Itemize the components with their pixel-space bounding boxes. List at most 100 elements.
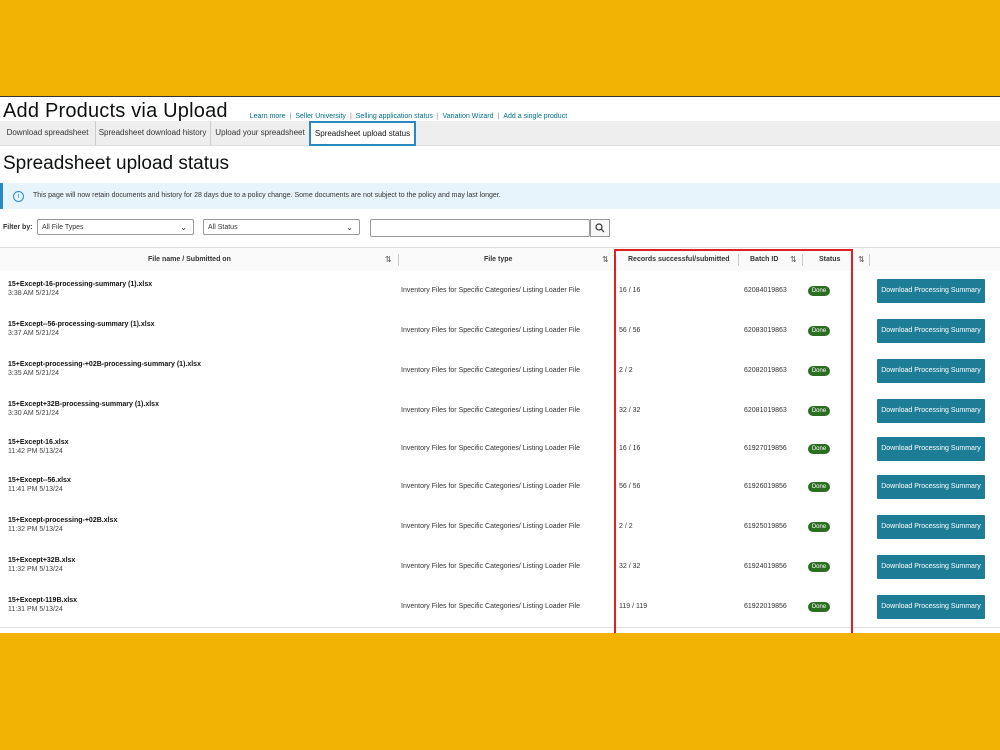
status-badge: Done	[808, 482, 830, 492]
download-processing-summary-button[interactable]: Download Processing Summary	[877, 399, 985, 423]
col-header-status: Status	[819, 256, 841, 263]
file-name[interactable]: 15+Except--56.xlsx	[8, 477, 71, 484]
download-button-label: Download Processing Summary	[881, 523, 981, 530]
sort-icon[interactable]: ⇅	[385, 248, 392, 272]
seller-university-link[interactable]: Seller University	[291, 113, 350, 120]
status-select-value: All Status	[208, 224, 238, 231]
records-cell: 2 / 2	[619, 367, 633, 374]
batch-id-cell: 61925019856	[744, 523, 787, 530]
download-processing-summary-button[interactable]: Download Processing Summary	[877, 359, 985, 383]
download-processing-summary-button[interactable]: Download Processing Summary	[877, 515, 985, 539]
title-row: Add Products via Upload Learn more | Sel…	[3, 99, 571, 123]
submitted-date: 11:31 PM 5/13/24	[8, 606, 63, 613]
download-processing-summary-button[interactable]: Download Processing Summary	[877, 319, 985, 343]
status-badge: Done	[808, 406, 830, 416]
status-badge: Done	[808, 326, 830, 336]
status-badge: Done	[808, 562, 830, 572]
submitted-date: 11:42 PM 5/13/24	[8, 448, 63, 455]
download-processing-summary-button[interactable]: Download Processing Summary	[877, 279, 985, 303]
download-button-label: Download Processing Summary	[881, 445, 981, 452]
status-badge: Done	[808, 286, 830, 296]
file-cell: 15+Except--56-processing-summary (1).xls…	[8, 321, 154, 337]
learn-more-link[interactable]: Learn more	[246, 113, 290, 120]
file-type-cell: Inventory Files for Specific Categories/…	[401, 327, 580, 334]
file-cell: 15+Except-119B.xlsx 11:31 PM 5/13/24	[8, 597, 77, 613]
submitted-date: 11:32 PM 5/13/24	[8, 566, 63, 573]
download-processing-summary-button[interactable]: Download Processing Summary	[877, 595, 985, 619]
col-header-records: Records successful/submitted	[628, 256, 730, 263]
file-type-cell: Inventory Files for Specific Categories/…	[401, 407, 580, 414]
download-processing-summary-button[interactable]: Download Processing Summary	[877, 555, 985, 579]
file-type-cell: Inventory Files for Specific Categories/…	[401, 483, 580, 490]
download-processing-summary-button[interactable]: Download Processing Summary	[877, 475, 985, 499]
records-cell: 16 / 16	[619, 445, 641, 452]
selling-application-status-link[interactable]: Selling application status	[352, 113, 437, 120]
col-header-batch: Batch ID	[750, 256, 779, 263]
records-cell: 2 / 2	[619, 523, 633, 530]
download-button-label: Download Processing Summary	[881, 483, 981, 490]
tab-spreadsheet-upload-status[interactable]: Spreadsheet upload status	[309, 121, 416, 146]
file-name[interactable]: 15+Except-16-processing-summary (1).xlsx	[8, 281, 152, 288]
table-row: 15+Except--56.xlsx 11:41 PM 5/13/24 Inve…	[0, 467, 1000, 508]
filter-row: Filter by: All File Types ⌄ All Status ⌄	[0, 219, 1000, 237]
sort-icon[interactable]: ⇅	[858, 248, 865, 272]
file-name[interactable]: 15+Except+32B-processing-summary (1).xls…	[8, 401, 159, 408]
file-name[interactable]: 15+Except-119B.xlsx	[8, 597, 77, 604]
table-row: 15+Except-processing-+02B.xlsx 11:32 PM …	[0, 507, 1000, 548]
add-single-product-link[interactable]: Add a single product	[499, 113, 571, 120]
file-type-cell: Inventory Files for Specific Categories/…	[401, 523, 580, 530]
status-select[interactable]: All Status ⌄	[203, 219, 360, 235]
info-banner: i This page will now retain documents an…	[0, 183, 1000, 209]
tab-download-spreadsheet[interactable]: Download spreadsheet	[0, 121, 96, 145]
download-processing-summary-button[interactable]: Download Processing Summary	[877, 437, 985, 461]
submitted-date: 3:30 AM 5/21/24	[8, 410, 59, 417]
submitted-date: 3:38 AM 5/21/24	[8, 290, 59, 297]
records-cell: 119 / 119	[619, 603, 648, 610]
file-name[interactable]: 15+Except--56-processing-summary (1).xls…	[8, 321, 154, 328]
status-badge: Done	[808, 444, 830, 454]
file-cell: 15+Except-processing-+02B.xlsx 11:32 PM …	[8, 517, 117, 533]
tab-upload-your-spreadsheet[interactable]: Upload your spreadsheet	[210, 121, 311, 145]
status-badge: Done	[808, 602, 830, 612]
search-icon	[595, 223, 605, 233]
records-cell: 32 / 32	[619, 563, 641, 570]
batch-id-cell: 61924019856	[744, 563, 787, 570]
batch-id-cell: 62082019863	[744, 367, 787, 374]
variation-wizard-link[interactable]: Variation Wizard	[439, 113, 498, 120]
batch-id-cell: 62084019863	[744, 287, 787, 294]
file-type-cell: Inventory Files for Specific Categories/…	[401, 603, 580, 610]
records-cell: 56 / 56	[619, 327, 641, 334]
sort-icon[interactable]: ⇅	[790, 248, 797, 272]
table-row: 15+Except-16-processing-summary (1).xlsx…	[0, 271, 1000, 312]
page-title: Add Products via Upload	[3, 100, 228, 122]
sort-icon[interactable]: ⇅	[602, 248, 609, 272]
download-button-label: Download Processing Summary	[881, 563, 981, 570]
file-cell: 15+Except-16.xlsx 11:42 PM 5/13/24	[8, 439, 69, 455]
file-name[interactable]: 15+Except-processing-+02B.xlsx	[8, 517, 117, 524]
file-cell: 15+Except+32B.xlsx 11:32 PM 5/13/24	[8, 557, 75, 573]
table-row: 15+Except-16.xlsx 11:42 PM 5/13/24 Inven…	[0, 431, 1000, 468]
records-cell: 16 / 16	[619, 287, 641, 294]
records-cell: 32 / 32	[619, 407, 641, 414]
batch-id-cell: 61927019856	[744, 445, 787, 452]
table-header: File name / Submitted on ⇅ File type ⇅ R…	[0, 247, 1000, 273]
table-row: 15+Except-119B.xlsx 11:31 PM 5/13/24 Inv…	[0, 587, 1000, 628]
file-type-cell: Inventory Files for Specific Categories/…	[401, 445, 580, 452]
file-name[interactable]: 15+Except-16.xlsx	[8, 439, 69, 446]
search-button[interactable]	[590, 219, 610, 237]
tab-spreadsheet-download-history[interactable]: Spreadsheet download history	[95, 121, 211, 145]
file-type-select[interactable]: All File Types ⌄	[37, 219, 194, 235]
download-button-label: Download Processing Summary	[881, 407, 981, 414]
search-input[interactable]	[370, 219, 590, 237]
file-name[interactable]: 15+Except+32B.xlsx	[8, 557, 75, 564]
file-name[interactable]: 15+Except-processing-+02B-processing-sum…	[8, 361, 201, 368]
status-badge: Done	[808, 366, 830, 376]
batch-id-cell: 62083019863	[744, 327, 787, 334]
batch-id-cell: 61926019856	[744, 483, 787, 490]
batch-id-cell: 61922019856	[744, 603, 787, 610]
file-type-cell: Inventory Files for Specific Categories/…	[401, 563, 580, 570]
table-row: 15+Except-processing-+02B-processing-sum…	[0, 351, 1000, 392]
file-cell: 15+Except+32B-processing-summary (1).xls…	[8, 401, 159, 417]
section-title: Spreadsheet upload status	[3, 153, 230, 174]
col-header-type: File type	[484, 256, 513, 263]
